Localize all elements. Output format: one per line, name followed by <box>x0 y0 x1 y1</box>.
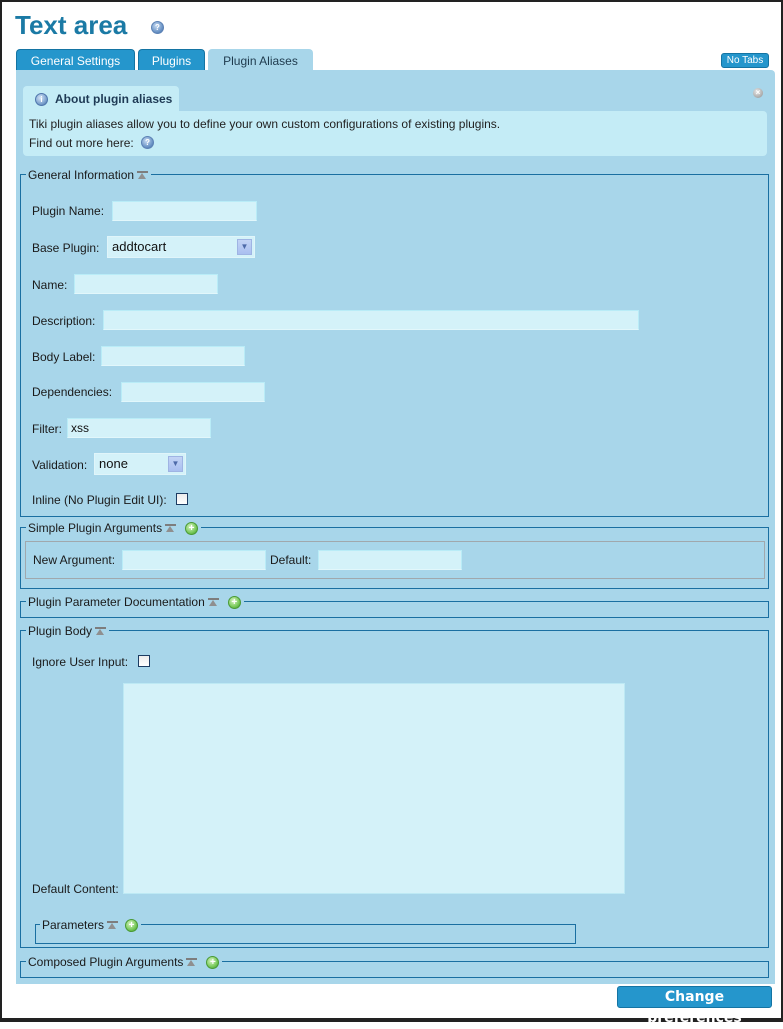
collapse-icon[interactable] <box>95 626 107 636</box>
tab-plugin-aliases[interactable]: Plugin Aliases <box>208 49 313 70</box>
parameters-legend: Parameters + <box>40 917 142 933</box>
base-plugin-value: addtocart <box>112 239 167 254</box>
validation-label: Validation: <box>32 458 88 472</box>
find-out-more: Find out more here: ? <box>29 135 155 150</box>
legend-label: Parameters <box>42 918 105 932</box>
legend-label: Composed Plugin Arguments <box>28 955 184 969</box>
plugin-name-input[interactable] <box>112 201 257 221</box>
name-input[interactable] <box>74 274 218 294</box>
default-content-label: Default Content: <box>32 882 119 896</box>
base-plugin-select[interactable]: addtocart ▼ <box>107 236 255 258</box>
argument-row: New Argument: Default: <box>25 541 765 579</box>
ignore-user-input-checkbox[interactable] <box>138 655 150 667</box>
add-icon[interactable]: + <box>125 918 139 932</box>
add-icon[interactable]: + <box>227 595 241 609</box>
plugin-body-legend: Plugin Body <box>26 623 110 639</box>
filter-input[interactable] <box>67 418 211 438</box>
plugin-aliases-panel: i About plugin aliases × Tiki plugin ali… <box>16 70 775 984</box>
description-label: Description: <box>32 314 96 328</box>
general-information-legend: General Information <box>26 167 152 183</box>
info-icon: i <box>35 93 48 106</box>
collapse-icon[interactable] <box>207 597 219 607</box>
change-preferences-button[interactable]: Change preferences <box>617 986 772 1026</box>
about-box-header: i About plugin aliases <box>23 86 179 111</box>
chevron-down-icon[interactable]: ▼ <box>168 456 183 472</box>
legend-label: Plugin Parameter Documentation <box>28 595 205 609</box>
help-icon[interactable]: ? <box>151 21 164 34</box>
validation-select[interactable]: none ▼ <box>94 453 186 475</box>
close-icon[interactable]: × <box>753 88 763 98</box>
parameters-fieldset: Parameters + <box>35 917 576 944</box>
simple-plugin-arguments-fieldset: Simple Plugin Arguments + New Argument: … <box>20 520 769 589</box>
legend-label: General Information <box>28 168 135 182</box>
new-argument-input[interactable] <box>122 550 266 570</box>
body-label-input[interactable] <box>101 346 245 366</box>
no-tabs-button[interactable]: No Tabs <box>721 53 769 68</box>
add-icon[interactable]: + <box>206 955 220 969</box>
add-icon[interactable]: + <box>185 521 199 535</box>
about-text: Tiki plugin aliases allow you to define … <box>29 117 501 131</box>
tab-plugins[interactable]: Plugins <box>138 49 205 70</box>
legend-label: Plugin Body <box>28 624 93 638</box>
window-frame: Text area ? General Settings Plugins Plu… <box>0 0 783 1026</box>
about-title: About plugin aliases <box>55 92 173 106</box>
body-label-label: Body Label: <box>32 350 96 364</box>
collapse-icon[interactable] <box>137 170 149 180</box>
inline-label: Inline (No Plugin Edit UI): <box>32 493 167 507</box>
plugin-name-label: Plugin Name: <box>32 204 105 218</box>
find-out-more-label: Find out more here: <box>29 136 134 150</box>
new-argument-label: New Argument: <box>33 553 116 567</box>
help-icon[interactable]: ? <box>141 135 155 149</box>
dependencies-input[interactable] <box>121 382 265 402</box>
default-label: Default: <box>270 553 312 567</box>
dependencies-label: Dependencies: <box>32 385 113 399</box>
plugin-parameter-documentation-fieldset: Plugin Parameter Documentation + <box>20 594 769 618</box>
tab-general-settings[interactable]: General Settings <box>16 49 135 70</box>
chevron-down-icon[interactable]: ▼ <box>237 239 252 255</box>
simple-plugin-arguments-legend: Simple Plugin Arguments + <box>26 520 202 536</box>
name-label: Name: <box>32 278 68 292</box>
filter-label: Filter: <box>32 422 62 436</box>
collapse-icon[interactable] <box>107 920 119 930</box>
general-information-fieldset: General Information Plugin Name: Base Pl… <box>20 167 769 517</box>
collapse-icon[interactable] <box>165 523 177 533</box>
page-title: Text area <box>15 10 128 40</box>
default-content-textarea[interactable] <box>123 683 625 894</box>
composed-plugin-arguments-fieldset: Composed Plugin Arguments + <box>20 954 769 978</box>
plugin-parameter-documentation-legend: Plugin Parameter Documentation + <box>26 594 244 610</box>
plugin-body-fieldset: Plugin Body Ignore User Input: Default C… <box>20 623 769 948</box>
composed-plugin-arguments-legend: Composed Plugin Arguments + <box>26 954 223 970</box>
validation-value: none <box>99 456 128 471</box>
collapse-icon[interactable] <box>186 957 198 967</box>
ignore-user-input-label: Ignore User Input: <box>32 655 129 669</box>
legend-label: Simple Plugin Arguments <box>28 521 163 535</box>
inline-checkbox[interactable] <box>176 493 188 505</box>
description-input[interactable] <box>103 310 639 330</box>
about-box-body: Tiki plugin aliases allow you to define … <box>23 111 767 156</box>
default-input[interactable] <box>318 550 462 570</box>
base-plugin-label: Base Plugin: <box>32 241 100 255</box>
